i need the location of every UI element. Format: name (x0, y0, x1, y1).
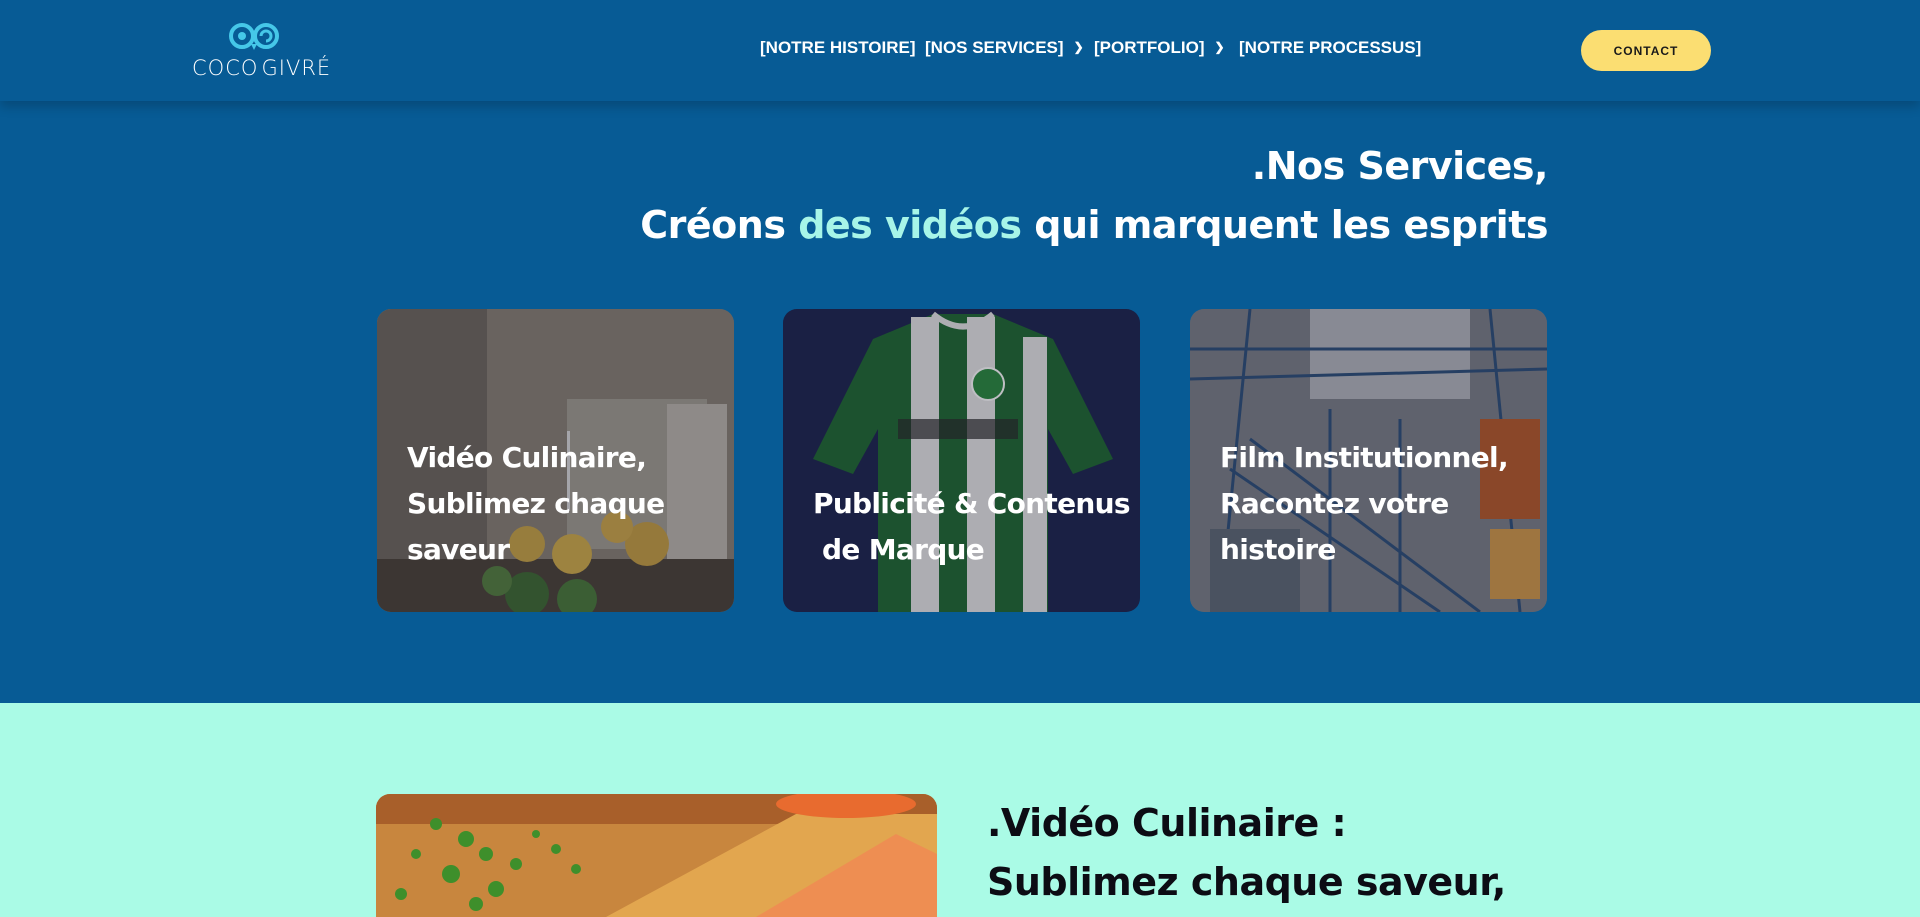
owl-eyes-icon (229, 23, 279, 50)
card-title-line: Vidéo Culinaire, (407, 441, 647, 474)
brand-logo[interactable]: COCO GIVRÉ (192, 22, 332, 82)
hero-title: .Nos Services, (1251, 144, 1549, 188)
card-title-line: Film Institutionnel, (1220, 441, 1509, 474)
section-title: .Vidéo Culinaire : (987, 801, 1347, 845)
service-card-culinaire[interactable]: Vidéo Culinaire, Sublimez chaque saveur (377, 309, 734, 612)
nav-notre-processus[interactable]: [NOTRE PROCESSUS] (1239, 38, 1421, 58)
culinaire-section (0, 703, 1920, 917)
card-title-line: Racontez votre (1220, 487, 1449, 520)
service-card-institutionnel[interactable]: Film Institutionnel, Racontez votre hist… (1190, 309, 1547, 612)
nav-portfolio[interactable]: [PORTFOLIO] ❯ (1094, 38, 1225, 58)
card-title-line: saveur (407, 533, 510, 566)
card-title-line: Publicité & Contenus (813, 487, 1131, 520)
card-title-line: histoire (1220, 533, 1336, 566)
section-subtitle: Sublimez chaque saveur, (987, 860, 1506, 904)
service-card-publicite[interactable]: Publicité & Contenus de Marque (783, 309, 1140, 612)
nav-nos-services[interactable]: [NOS SERVICES] ❯ (925, 38, 1084, 58)
chevron-down-icon: ❯ (1214, 40, 1225, 54)
chevron-down-icon: ❯ (1073, 40, 1084, 54)
card-title-line: de Marque (813, 533, 985, 566)
brand-name: COCO GIVRÉ (192, 56, 332, 80)
hero-subtitle: Créons des vidéos qui marquent les espri… (640, 203, 1548, 247)
card-title-line: Sublimez chaque (407, 487, 665, 520)
contact-button[interactable]: CONTACT (1581, 30, 1711, 71)
cutting-board-image (376, 794, 937, 917)
site-header: COCO GIVRÉ [NOTRE HISTOIRE] [NOS SERVICE… (0, 0, 1920, 101)
nav-notre-histoire[interactable]: [NOTRE HISTOIRE] (760, 38, 916, 58)
